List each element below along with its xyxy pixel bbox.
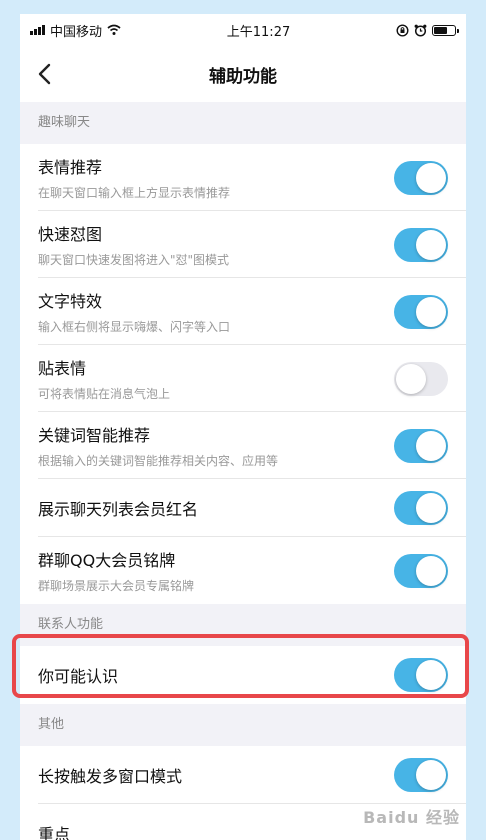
row-text: 长按触发多窗口模式 — [38, 763, 182, 787]
row-text: 表情推荐 在聊天窗口输入框上方显示表情推荐 — [38, 154, 230, 201]
back-chevron-icon[interactable] — [34, 62, 58, 86]
row-title: 群聊QQ大会员铭牌 — [38, 551, 176, 570]
setting-row-vip-red-name[interactable]: 展示聊天列表会员红名 — [20, 479, 466, 537]
setting-row-keyword-recommend[interactable]: 关键词智能推荐 根据输入的关键词智能推荐相关内容、应用等 — [20, 412, 466, 479]
toggle-knob — [416, 493, 446, 523]
page-title: 辅助功能 — [209, 66, 277, 87]
section-header-fun-chat: 趣味聊天 — [20, 102, 466, 144]
row-title: 长按触发多窗口模式 — [38, 767, 183, 786]
row-subtitle: 可将表情贴在消息气泡上 — [38, 387, 171, 401]
toggle-switch[interactable] — [394, 428, 448, 463]
setting-row-people-you-may-know[interactable]: 你可能认识 — [20, 646, 466, 704]
row-text: 贴表情 可将表情贴在消息气泡上 — [38, 355, 170, 402]
carrier-label: 中国移动 — [50, 24, 103, 40]
wifi-icon — [107, 24, 121, 35]
toggle-switch[interactable] — [394, 553, 448, 588]
row-text: 你可能认识 — [38, 663, 118, 687]
row-text: 群聊QQ大会员铭牌 群聊场景展示大会员专属铭牌 — [38, 547, 194, 594]
battery-level — [433, 26, 448, 34]
row-title: 重点 — [38, 825, 71, 840]
status-left: 中国移动 — [30, 21, 121, 40]
orientation-lock-icon — [396, 23, 409, 37]
row-title: 贴表情 — [38, 359, 87, 378]
toggle-switch[interactable] — [394, 361, 448, 396]
row-subtitle: 聊天窗口快速发图将进入"怼"图模式 — [38, 253, 230, 267]
row-text: 重点 — [38, 821, 70, 840]
row-subtitle: 根据输入的关键词智能推荐相关内容、应用等 — [38, 454, 279, 468]
row-title: 关键词智能推荐 — [38, 426, 151, 445]
toggle-switch[interactable] — [394, 758, 448, 792]
section-header-other: 其他 — [20, 704, 466, 746]
toggle-switch[interactable] — [394, 658, 448, 692]
toggle-knob — [416, 162, 446, 193]
row-subtitle: 在聊天窗口输入框上方显示表情推荐 — [38, 186, 231, 200]
toggle-switch[interactable] — [394, 160, 448, 195]
toggle-switch[interactable] — [394, 294, 448, 329]
toggle-knob — [396, 363, 426, 394]
toggle-switch[interactable] — [394, 227, 448, 262]
row-title: 展示聊天列表会员红名 — [38, 500, 199, 519]
row-subtitle: 群聊场景展示大会员专属铭牌 — [38, 579, 195, 593]
nav-bar: 辅助功能 — [20, 46, 466, 102]
row-title: 你可能认识 — [38, 667, 119, 686]
row-text: 快速怼图 聊天窗口快速发图将进入"怼"图模式 — [38, 221, 229, 268]
signal-icon — [30, 25, 45, 35]
row-text: 关键词智能推荐 根据输入的关键词智能推荐相关内容、应用等 — [38, 422, 278, 469]
toggle-knob — [416, 660, 446, 690]
setting-row-emoji-recommend[interactable]: 表情推荐 在聊天窗口输入框上方显示表情推荐 — [20, 144, 466, 211]
battery-icon — [431, 24, 459, 36]
phone-screen: 中国移动 上午11:27 辅助功能 趣味聊天 表情推荐 在聊天窗口输入框上方显示… — [20, 14, 466, 840]
setting-row-text-effects[interactable]: 文字特效 输入框右侧将显示嗨爆、闪字等入口 — [20, 278, 466, 345]
row-text: 文字特效 输入框右侧将显示嗨爆、闪字等入口 — [38, 288, 230, 335]
toggle-knob — [416, 229, 446, 260]
setting-row-quick-image[interactable]: 快速怼图 聊天窗口快速发图将进入"怼"图模式 — [20, 211, 466, 278]
row-title: 快速怼图 — [38, 225, 103, 244]
toggle-knob — [416, 430, 446, 461]
baidu-watermark: Baidu 经验 — [363, 808, 460, 827]
toggle-knob — [416, 760, 446, 790]
alarm-icon — [414, 24, 427, 37]
status-right — [396, 23, 459, 37]
row-title: 文字特效 — [38, 292, 103, 311]
section-header-contacts: 联系人功能 — [20, 604, 466, 646]
toggle-knob — [416, 555, 446, 586]
setting-row-multi-window[interactable]: 长按触发多窗口模式 — [20, 746, 466, 804]
toggle-knob — [416, 296, 446, 327]
setting-row-sticker[interactable]: 贴表情 可将表情贴在消息气泡上 — [20, 345, 466, 412]
setting-row-group-vip-badge[interactable]: 群聊QQ大会员铭牌 群聊场景展示大会员专属铭牌 — [20, 537, 466, 604]
row-title: 表情推荐 — [38, 158, 103, 177]
clock: 上午11:27 — [226, 24, 291, 40]
status-bar: 中国移动 上午11:27 — [20, 14, 466, 46]
row-text: 展示聊天列表会员红名 — [38, 496, 198, 520]
toggle-switch[interactable] — [394, 491, 448, 525]
row-subtitle: 输入框右侧将显示嗨爆、闪字等入口 — [38, 320, 231, 334]
